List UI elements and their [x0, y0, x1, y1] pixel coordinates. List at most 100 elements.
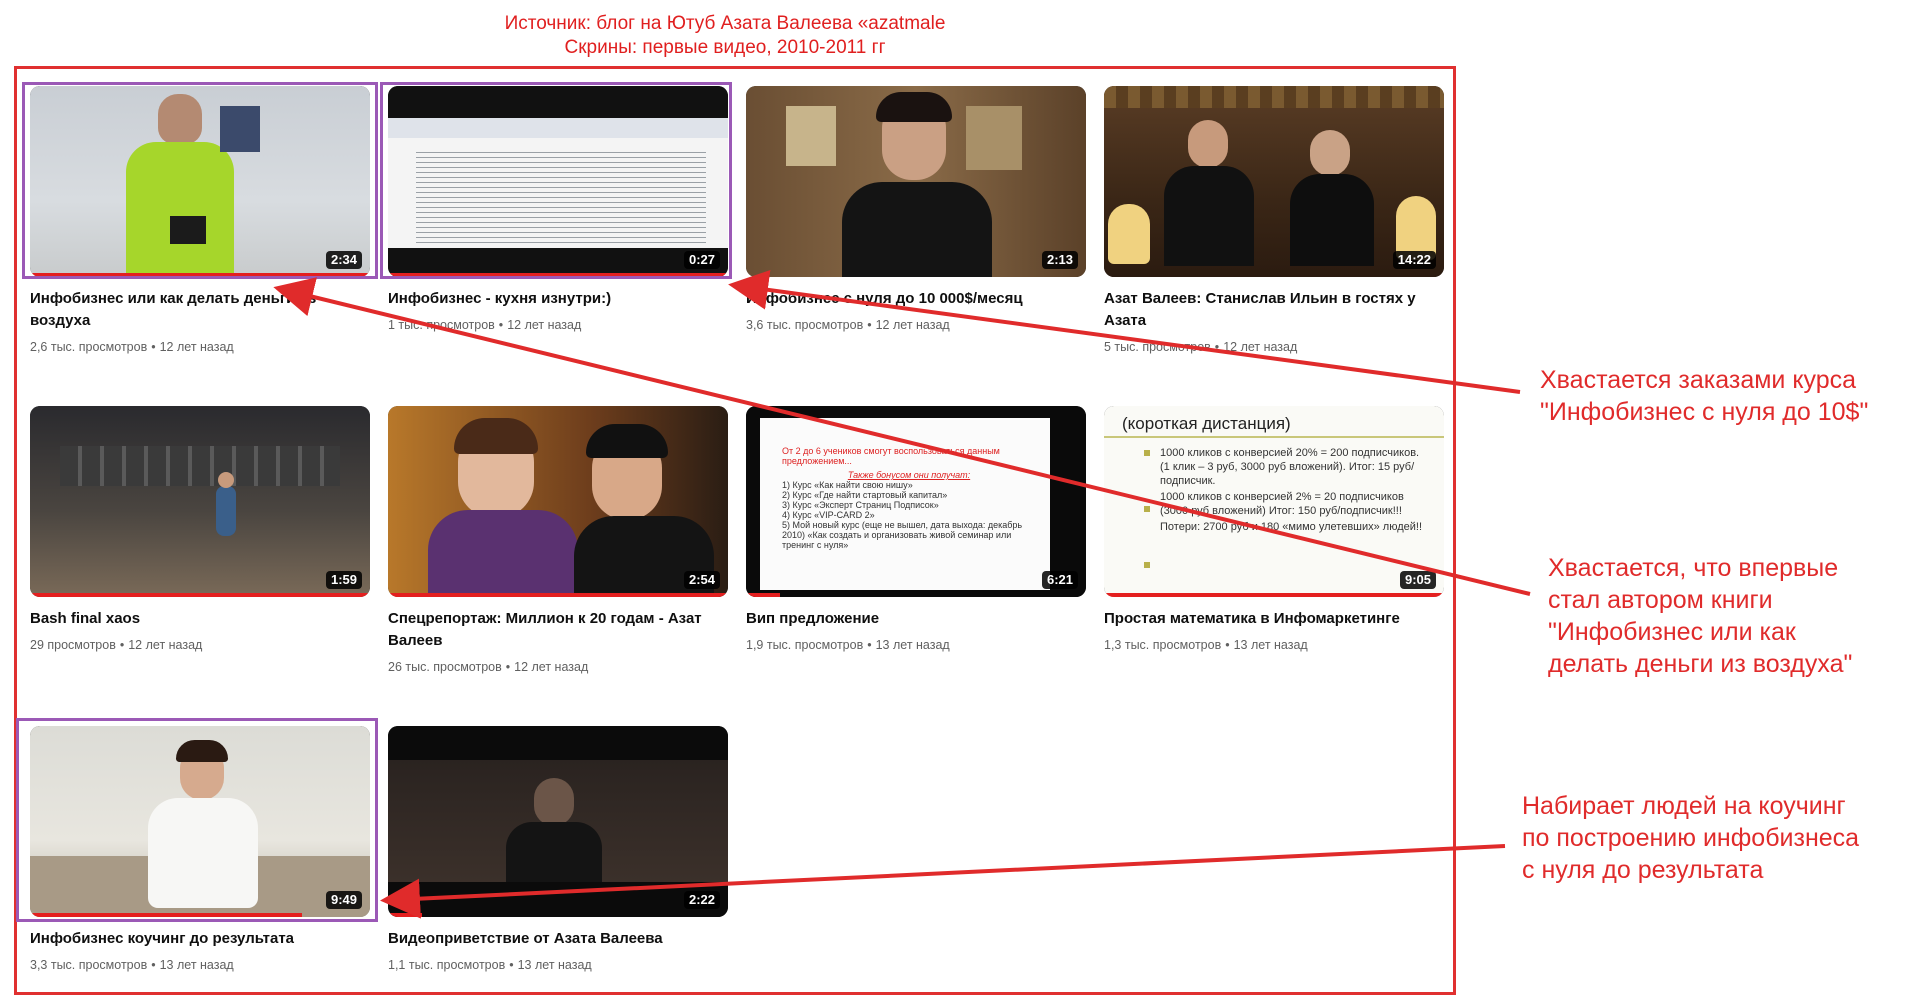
thumbnail-image: [1104, 86, 1444, 277]
video-meta: 1,9 тыс. просмотров • 13 лет назад: [746, 638, 950, 652]
video-title[interactable]: Спецрепортаж: Миллион к 20 годам - Азат …: [388, 608, 728, 652]
video-title[interactable]: Вип предложение: [746, 608, 1086, 630]
upload-age: 12 лет назад: [159, 340, 234, 354]
annotation-line: стал автором книги: [1548, 586, 1773, 614]
duration-badge: 6:21: [1041, 571, 1078, 589]
video-card[interactable]: (короткая дистанция) 1000 кликов с конве…: [1104, 406, 1444, 654]
slide-vip-intro: От 2 до 6 учеников смогут воспользоватьс…: [782, 446, 1000, 466]
video-thumbnail[interactable]: 1:59: [30, 406, 370, 597]
view-count: 1,3 тыс. просмотров: [1104, 638, 1222, 652]
upload-age: 12 лет назад: [1223, 340, 1298, 354]
video-card[interactable]: 1:59 Bash final xaos 29 просмотров • 12 ле…: [30, 406, 370, 654]
upload-age: 13 лет назад: [1233, 638, 1308, 652]
video-card[interactable]: 2:22 Видеоприветствие от Азата Валеева 1…: [388, 726, 728, 974]
duration-badge: 2:13: [1041, 251, 1078, 269]
duration-badge: 1:59: [325, 571, 362, 589]
slide-math-bullet: Потери: 2700 руб и 180 «мимо улетевших» …: [1160, 521, 1423, 533]
view-count: 3,6 тыс. просмотров: [746, 318, 864, 332]
thumbnail-image: [388, 726, 728, 917]
view-count: 1,1 тыс. просмотров: [388, 958, 506, 972]
duration-badge: 14:22: [1392, 251, 1436, 269]
thumbnail-image: [30, 86, 370, 277]
video-meta: 1,1 тыс. просмотров • 13 лет назад: [388, 958, 592, 972]
slide-math-bullet: 1000 кликов с конверсией 2% = 20 подписч…: [1160, 491, 1404, 517]
slide-vip-item: 4) Курс «VIP-CARD 2»: [782, 510, 875, 520]
video-thumbnail[interactable]: 9:49: [30, 726, 370, 917]
video-card[interactable]: 2:34 Инфобизнес или как делать деньги из…: [30, 86, 370, 356]
slide-vip-item: 1) Курс «Как найти свою нишу»: [782, 480, 913, 490]
watch-progress: [746, 593, 780, 597]
video-title[interactable]: Инфобизнес с нуля до 10 000$/месяц: [746, 288, 1086, 310]
video-thumbnail[interactable]: От 2 до 6 учеников смогут воспользоватьс…: [746, 406, 1086, 597]
upload-age: 12 лет назад: [514, 660, 589, 674]
thumbnail-image: От 2 до 6 учеников смогут воспользоватьс…: [746, 406, 1086, 597]
view-count: 29 просмотров: [30, 638, 116, 652]
video-meta: 1 тыс. просмотров • 12 лет назад: [388, 318, 582, 332]
slide-vip: От 2 до 6 учеников смогут воспользоватьс…: [760, 418, 1050, 590]
watch-progress: [388, 273, 728, 277]
view-count: 1,9 тыс. просмотров: [746, 638, 864, 652]
upload-age: 12 лет назад: [128, 638, 203, 652]
video-card[interactable]: 9:49 Инфобизнес коучинг до результата 3,…: [30, 726, 370, 974]
view-count: 2,6 тыс. просмотров: [30, 340, 148, 354]
annotation-line: делать деньги из воздуха": [1548, 650, 1853, 678]
video-thumbnail[interactable]: (короткая дистанция) 1000 кликов с конве…: [1104, 406, 1444, 597]
video-title[interactable]: Инфобизнес или как делать деньги из возд…: [30, 288, 370, 332]
video-thumbnail[interactable]: 2:54: [388, 406, 728, 597]
annotation-line: "Инфобизнес с нуля до 10$": [1540, 398, 1869, 426]
watch-progress: [30, 273, 370, 277]
video-card[interactable]: 14:22 Азат Валеев: Станислав Ильин в гос…: [1104, 86, 1444, 356]
video-card[interactable]: 2:13 Инфобизнес с нуля до 10 000$/месяц …: [746, 86, 1086, 334]
annotation-course-orders: Хвастается заказами курса "Инфобизнес с …: [1540, 364, 1868, 428]
video-title[interactable]: Bash final xaos: [30, 608, 370, 630]
video-meta: 2,6 тыс. просмотров • 12 лет назад: [30, 340, 234, 354]
video-meta: 5 тыс. просмотров • 12 лет назад: [1104, 340, 1298, 354]
watch-progress: [30, 913, 302, 917]
duration-badge: 2:22: [683, 891, 720, 909]
duration-badge: 2:34: [325, 251, 362, 269]
slide-vip-item: 5) Мой новый курс (еще не вышел, дата вы…: [782, 520, 1023, 550]
annotation-line: с нуля до результата: [1522, 856, 1764, 884]
thumbnail-image: (короткая дистанция) 1000 кликов с конве…: [1104, 406, 1444, 597]
video-thumbnail[interactable]: 0:27: [388, 86, 728, 277]
video-title[interactable]: Инфобизнес - кухня изнутри:): [388, 288, 728, 310]
annotation-line: Хвастается, что впервые: [1548, 554, 1839, 582]
thumbnail-image: [388, 86, 728, 277]
slide-math-bullets: 1000 кликов с конверсией 20% = 200 подпи…: [1160, 446, 1424, 534]
annotation-coaching: Набирает людей на коучинг по построению …: [1522, 790, 1859, 886]
thumbnail-image: [30, 726, 370, 917]
view-count: 1 тыс. просмотров: [388, 318, 495, 332]
annotation-line: "Инфобизнес или как: [1548, 618, 1796, 646]
video-meta: 29 просмотров • 12 лет назад: [30, 638, 203, 652]
upload-age: 12 лет назад: [875, 318, 950, 332]
slide-vip-item: 2) Курс «Где найти стартовый капитал»: [782, 490, 948, 500]
video-title[interactable]: Азат Валеев: Станислав Ильин в гостях у …: [1104, 288, 1444, 332]
duration-badge: 0:27: [683, 251, 720, 269]
video-thumbnail[interactable]: 2:22: [388, 726, 728, 917]
video-card[interactable]: 0:27 Инфобизнес - кухня изнутри:) 1 тыс.…: [388, 86, 728, 334]
annotation-book-author: Хвастается, что впервые стал автором кни…: [1548, 552, 1852, 680]
annotation-line: Хвастается заказами курса: [1540, 366, 1857, 394]
video-thumbnail[interactable]: 2:13: [746, 86, 1086, 277]
watch-progress: [388, 593, 728, 597]
duration-badge: 9:49: [325, 891, 362, 909]
thumbnail-image: [388, 406, 728, 597]
video-title[interactable]: Видеоприветствие от Азата Валеева: [388, 928, 728, 950]
view-count: 3,3 тыс. просмотров: [30, 958, 148, 972]
slide-math-bullet: 1000 кликов с конверсией 20% = 200 подпи…: [1160, 447, 1420, 487]
video-thumbnail[interactable]: 14:22: [1104, 86, 1444, 277]
watch-progress: [30, 593, 370, 597]
view-count: 5 тыс. просмотров: [1104, 340, 1211, 354]
video-meta: 26 тыс. просмотров • 12 лет назад: [388, 660, 589, 674]
upload-age: 13 лет назад: [159, 958, 234, 972]
video-card[interactable]: От 2 до 6 учеников смогут воспользоватьс…: [746, 406, 1086, 654]
video-thumbnail[interactable]: 2:34: [30, 86, 370, 277]
view-count: 26 тыс. просмотров: [388, 660, 502, 674]
thumbnail-image: [746, 86, 1086, 277]
duration-badge: 2:54: [683, 571, 720, 589]
video-meta: 3,3 тыс. просмотров • 13 лет назад: [30, 958, 234, 972]
video-title[interactable]: Инфобизнес коучинг до результата: [30, 928, 370, 950]
video-card[interactable]: 2:54 Спецрепортаж: Миллион к 20 годам - …: [388, 406, 728, 676]
video-title[interactable]: Простая математика в Инфомаркетинге: [1104, 608, 1444, 630]
upload-age: 13 лет назад: [517, 958, 592, 972]
